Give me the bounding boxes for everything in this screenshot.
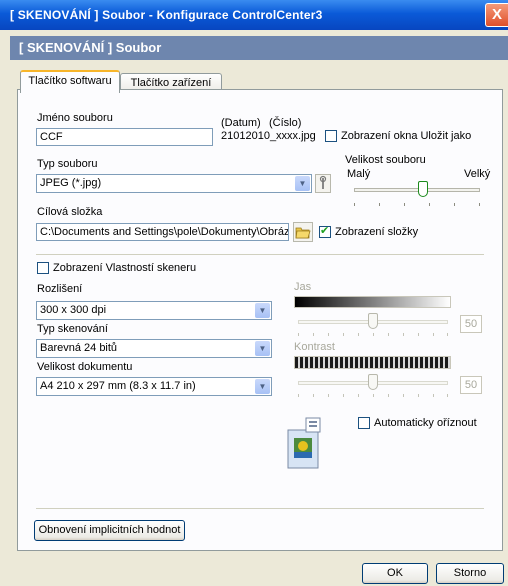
destination-input[interactable]: C:\Documents and Settings\pole\Dokumenty… <box>36 223 289 241</box>
show-folder-label: Zobrazení složky <box>335 226 419 238</box>
resolution-value: 300 x 300 dpi <box>40 304 107 316</box>
tab-device-button-label: Tlačítko zařízení <box>130 77 212 89</box>
show-folder-checkbox[interactable] <box>319 224 331 238</box>
tab-software-button[interactable]: Tlačítko softwaru <box>20 70 120 93</box>
contrast-slider-thumb[interactable] <box>368 374 378 390</box>
datum-label: (Datum) <box>221 117 261 129</box>
resolution-select[interactable]: 300 x 300 dpi ▼ <box>36 301 272 320</box>
contrast-pattern <box>294 356 451 369</box>
chevron-down-icon[interactable]: ▼ <box>255 303 270 318</box>
contrast-ticks <box>298 394 448 398</box>
filetype-value: JPEG (*.jpg) <box>40 177 102 189</box>
dialog-window: [ SKENOVÁNÍ ] Soubor - Konfigurace Contr… <box>0 0 508 586</box>
filesize-track <box>354 188 480 192</box>
filesize-slider-thumb[interactable] <box>418 181 429 197</box>
folder-icon <box>295 227 311 239</box>
browse-folder-button[interactable] <box>293 222 313 242</box>
section-header: [ SKENOVÁNÍ ] Soubor <box>10 36 508 60</box>
brightness-slider-thumb[interactable] <box>368 313 378 329</box>
doc-size-label: Velikost dokumentu <box>37 361 133 373</box>
filesize-label: Velikost souboru <box>345 154 426 166</box>
filetype-label: Typ souboru <box>37 158 98 170</box>
contrast-label: Kontrast <box>294 341 335 353</box>
destination-label: Cílová složka <box>37 206 103 218</box>
wrench-icon <box>319 175 327 189</box>
bottom-divider <box>36 508 484 509</box>
doc-size-value: A4 210 x 297 mm (8.3 x 11.7 in) <box>40 380 196 392</box>
cislo-label: (Číslo) <box>269 117 302 129</box>
brightness-value[interactable]: 50 <box>460 315 482 333</box>
scanner-properties-checkbox[interactable] <box>37 262 49 274</box>
divider <box>36 254 484 255</box>
chevron-down-icon[interactable]: ▼ <box>255 379 270 394</box>
document-preview-icon <box>286 416 326 470</box>
brightness-gradient <box>294 296 451 308</box>
show-save-as-checkbox[interactable] <box>325 130 337 142</box>
auto-crop-checkbox[interactable] <box>358 417 370 429</box>
scan-type-label: Typ skenování <box>37 323 108 335</box>
tab-software-button-label: Tlačítko softwaru <box>28 75 112 87</box>
resolution-label: Rozlišení <box>37 283 83 295</box>
restore-defaults-button[interactable]: Obnovení implicitních hodnot <box>34 520 185 541</box>
scan-type-value: Barevná 24 bitů <box>40 342 118 354</box>
filename-label: Jméno souboru <box>37 112 113 124</box>
filetype-select[interactable]: JPEG (*.jpg) ▼ <box>36 174 312 193</box>
auto-crop-label: Automaticky oříznout <box>374 417 477 429</box>
chevron-down-icon[interactable]: ▼ <box>295 176 310 191</box>
close-button[interactable]: X <box>485 3 508 27</box>
filesize-small-label: Malý <box>347 168 371 180</box>
window-title: [ SKENOVÁNÍ ] Soubor - Konfigurace Contr… <box>10 8 323 22</box>
section-title: [ SKENOVÁNÍ ] Soubor <box>19 40 162 55</box>
filename-input[interactable]: CCF <box>36 128 213 146</box>
contrast-value[interactable]: 50 <box>460 376 482 394</box>
cancel-button[interactable]: Storno <box>436 563 504 584</box>
settings-icon[interactable] <box>315 174 331 193</box>
ok-button[interactable]: OK <box>362 563 428 584</box>
filesize-large-label: Velký <box>464 168 491 180</box>
filesize-ticks <box>354 203 480 207</box>
chevron-down-icon[interactable]: ▼ <box>255 341 270 356</box>
filename-sample: 21012010_xxxx.jpg <box>221 130 316 142</box>
scan-type-select[interactable]: Barevná 24 bitů ▼ <box>36 339 272 358</box>
title-bar[interactable]: [ SKENOVÁNÍ ] Soubor - Konfigurace Contr… <box>0 0 508 30</box>
scanner-properties-label: Zobrazení Vlastností skeneru <box>53 262 197 274</box>
settings-panel: Jméno souboru (Datum) (Číslo) CCF 210120… <box>17 89 503 551</box>
show-save-as-label: Zobrazení okna Uložit jako <box>341 130 472 142</box>
doc-size-select[interactable]: A4 210 x 297 mm (8.3 x 11.7 in) ▼ <box>36 377 272 396</box>
brightness-ticks <box>298 333 448 337</box>
brightness-label: Jas <box>294 281 312 293</box>
